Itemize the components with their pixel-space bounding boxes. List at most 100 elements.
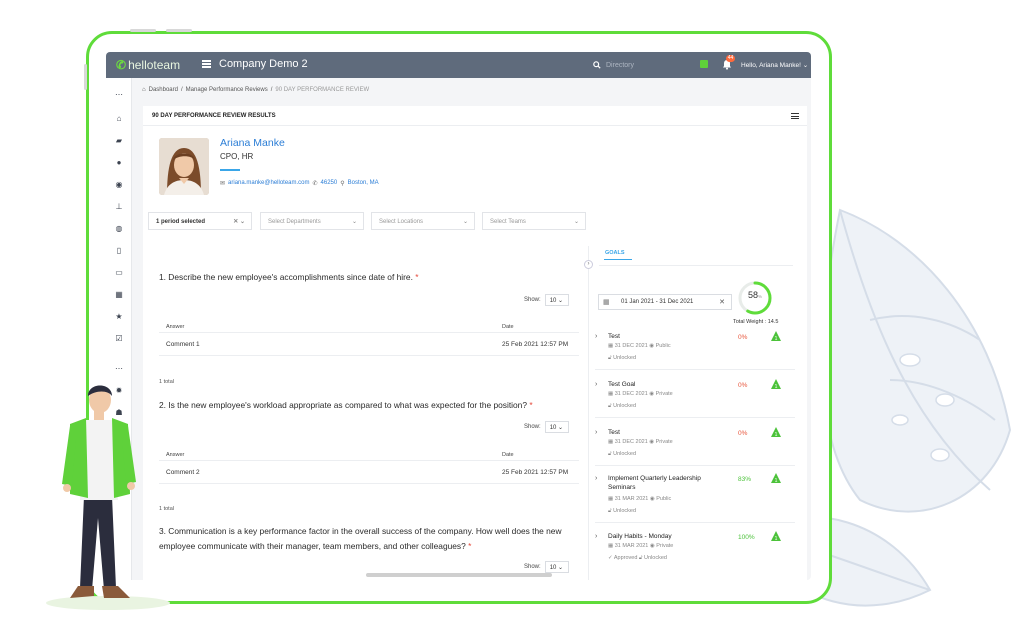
goal-meta: ▦ 31 DEC 2021 ◉ Private: [608, 391, 673, 397]
column-header-answer[interactable]: Answer: [166, 324, 184, 330]
goal-progress: 0%: [738, 334, 748, 341]
column-header-date[interactable]: Date: [502, 452, 514, 458]
goals-date-range[interactable]: ▦ 01 Jan 2021 - 31 Dec 2021 ✕: [598, 294, 732, 310]
more-icon[interactable]: ⋯: [114, 90, 124, 100]
clear-icon[interactable]: ✕: [719, 298, 725, 306]
home-icon[interactable]: ⌂: [142, 87, 146, 93]
contact-info: ✉ ariana.manke@helloteam.com ✆ 46250 ⚲ B…: [220, 180, 379, 187]
score-value: 58%: [747, 290, 763, 300]
notification-badge: 44: [726, 55, 735, 62]
goal-item[interactable]: › Test ▦ 31 DEC 2021 ◉ Public 🔓︎ Unlocke…: [595, 330, 795, 370]
lock-icon[interactable]: 1: [770, 426, 782, 438]
tab-goals[interactable]: GOALS: [604, 250, 632, 260]
person-illustration: [62, 385, 136, 598]
page-title: 90 DAY PERFORMANCE REVIEW RESULTS: [152, 113, 276, 119]
goal-title[interactable]: Test: [608, 332, 718, 341]
search-bar[interactable]: Directory: [593, 58, 701, 72]
goal-title[interactable]: Test Goal: [608, 380, 718, 389]
briefcase-icon[interactable]: ▰: [114, 136, 124, 146]
page-size-select[interactable]: 10 ⌄: [544, 421, 569, 433]
profile-email[interactable]: ariana.manke@helloteam.com: [228, 180, 309, 187]
goal-progress: 83%: [738, 476, 752, 483]
hamburger-menu-icon[interactable]: [791, 113, 799, 121]
goal-status: 🔓︎ Unlocked: [608, 403, 637, 409]
teams-filter[interactable]: Select Teams ⌄: [482, 212, 586, 230]
chevron-right-icon[interactable]: ›: [595, 429, 597, 436]
id-card-icon[interactable]: ▭: [114, 268, 124, 278]
lock-icon[interactable]: 1: [770, 330, 782, 342]
chevron-right-icon[interactable]: ›: [595, 475, 597, 482]
logo[interactable]: ✆ helloteam: [116, 58, 180, 72]
calendar-icon: ▦: [603, 299, 610, 306]
calendar-icon[interactable]: ▦: [114, 290, 124, 300]
clear-chevron-icon[interactable]: ✕ ⌄: [233, 218, 245, 225]
period-filter[interactable]: 1 period selected ✕ ⌄: [148, 212, 252, 230]
goal-title[interactable]: Daily Habits - Monday: [608, 532, 718, 541]
goal-status: ✓ Approved 🔓︎ Unlocked: [608, 555, 667, 561]
locations-filter[interactable]: Select Locations ⌄: [371, 212, 475, 230]
total-weight: Total Weight : 14.5: [733, 319, 779, 325]
show-control: Show: 10 ⌄: [524, 294, 569, 306]
page-size-select[interactable]: 10 ⌄: [544, 294, 569, 306]
chevron-down-icon: ⌄: [351, 219, 357, 225]
goal-title[interactable]: Test: [608, 428, 718, 437]
profile-name[interactable]: Ariana Manke: [220, 137, 285, 149]
answer-cell: Comment 2: [166, 469, 200, 476]
goals-divider: [588, 246, 589, 580]
checklist-icon[interactable]: ☑: [114, 334, 124, 344]
goal-progress: 100%: [738, 534, 755, 541]
table-total: 1 total: [159, 379, 174, 385]
user-menu[interactable]: Hello, Ariana Manke! ⌄: [741, 61, 808, 69]
page-size-select[interactable]: 10 ⌄: [544, 561, 569, 573]
locations-filter-placeholder: Select Locations: [379, 219, 424, 225]
goal-item[interactable]: › Test Goal ▦ 31 DEC 2021 ◉ Private 🔓︎ U…: [595, 378, 795, 418]
breadcrumb: ⌂ Dashboard / Manage Performance Reviews /…: [142, 87, 370, 93]
location-icon[interactable]: ◉: [114, 180, 124, 190]
people-icon[interactable]: ◍: [114, 224, 124, 234]
home-icon[interactable]: ⌂: [114, 114, 124, 124]
teams-filter-placeholder: Select Teams: [490, 219, 526, 225]
chevron-right-icon[interactable]: ›: [595, 533, 597, 540]
show-control: Show: 10 ⌄: [524, 421, 569, 433]
lock-icon[interactable]: 1: [770, 378, 782, 390]
period-filter-value: 1 period selected: [156, 219, 206, 225]
document-icon[interactable]: ▯: [114, 246, 124, 256]
company-name[interactable]: Company Demo 2: [219, 58, 308, 70]
menu-icon[interactable]: [202, 60, 211, 68]
profile-location[interactable]: Boston, MA: [348, 180, 379, 187]
collapse-chevron-icon[interactable]: ›: [584, 260, 593, 269]
chevron-right-icon[interactable]: ›: [595, 333, 597, 340]
breadcrumb-manage-reviews[interactable]: Manage Performance Reviews: [186, 87, 268, 93]
departments-filter[interactable]: Select Departments ⌄: [260, 212, 364, 230]
goal-progress: 0%: [738, 382, 748, 389]
stage: ✆ helloteam Company Demo 2 Directory 44 H…: [0, 0, 1024, 641]
search-icon: [593, 61, 601, 69]
goal-progress: 0%: [738, 430, 748, 437]
logo-text: helloteam: [128, 58, 181, 72]
goal-item[interactable]: › Daily Habits - Monday ▦ 31 MAR 2021 ◉ …: [595, 530, 795, 570]
tablet-button: [166, 29, 192, 32]
divider: [595, 369, 795, 370]
profile-phone[interactable]: 46250: [321, 180, 338, 187]
search-input[interactable]: Directory: [606, 62, 634, 69]
show-control: Show: 10 ⌄: [524, 561, 569, 573]
goal-status: 🔓︎ Unlocked: [608, 451, 637, 457]
column-header-answer[interactable]: Answer: [166, 452, 184, 458]
date-cell: 25 Feb 2021 12:57 PM: [502, 341, 569, 348]
column-header-date[interactable]: Date: [502, 324, 514, 330]
lock-icon[interactable]: 1: [770, 472, 782, 484]
name-underline: [220, 169, 240, 171]
goal-item[interactable]: › Implement Quarterly Leadership Seminar…: [595, 472, 795, 523]
org-chart-icon[interactable]: ⊥: [114, 202, 124, 212]
divider: [595, 417, 795, 418]
breadcrumb-dashboard[interactable]: Dashboard: [149, 87, 178, 93]
chevron-right-icon[interactable]: ›: [595, 381, 597, 388]
lock-icon[interactable]: 1: [770, 530, 782, 542]
tablet-button: [130, 29, 156, 32]
star-icon[interactable]: ★: [114, 312, 124, 322]
goal-item[interactable]: › Test ▦ 31 DEC 2021 ◉ Private 🔓︎ Unlock…: [595, 426, 795, 466]
user-icon[interactable]: ●: [114, 158, 124, 168]
goal-title[interactable]: Implement Quarterly Leadership Seminars: [608, 474, 718, 492]
status-icon[interactable]: [700, 60, 708, 68]
more-icon[interactable]: ⋯: [114, 364, 124, 374]
